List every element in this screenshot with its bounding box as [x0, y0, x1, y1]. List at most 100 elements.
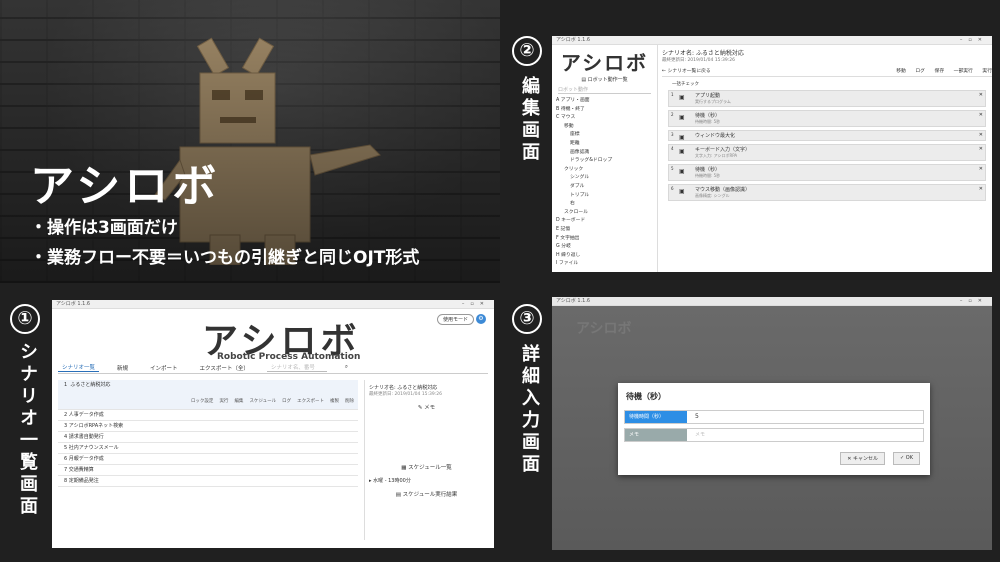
scenario-row[interactable]: 7 交通費精算	[58, 465, 358, 476]
back-label: シナリオ一覧に戻る	[667, 69, 711, 74]
action-tree-item[interactable]: 画像認識	[552, 149, 657, 158]
scenario-detail-panel: シナリオ名: ふるさと納税対応 最終更新日: 2019/01/04 15:39:…	[364, 380, 488, 540]
step-card[interactable]: 2 ▣ 待機（秒） 待機時間: 5秒 ✕	[668, 110, 986, 127]
action-tree-item[interactable]: B 待機・終了	[552, 106, 657, 115]
memo-button[interactable]: ✎ メモ	[369, 403, 484, 411]
scenario-row[interactable]: 8 定期備品発注	[58, 476, 358, 487]
edit-button[interactable]: 編集	[234, 396, 243, 407]
action-tree-item[interactable]: A アプリ・画面	[552, 97, 657, 106]
scenario-row-selected[interactable]: 1 ふるさと納税対応 ロック設定 実行 編集 スケジュール ログ エクスポート …	[58, 380, 358, 410]
section-number-3: ③	[512, 304, 542, 334]
bulk-check[interactable]: 一括チェック	[672, 81, 992, 87]
step-card[interactable]: 5 ▣ 待機（秒） 待機時間: 5秒 ✕	[668, 164, 986, 181]
run-button[interactable]: 実行	[219, 396, 228, 407]
log-button[interactable]: ログ	[915, 69, 925, 74]
action-tree-item[interactable]: 距離	[552, 140, 657, 149]
action-tree-item[interactable]: I ファイル	[552, 260, 657, 269]
tab-export-all[interactable]: エクスポート（全）	[196, 364, 253, 372]
action-tree-item[interactable]: シングル	[552, 174, 657, 183]
lock-button[interactable]: ロック設定	[191, 396, 214, 407]
action-search-input[interactable]: ロボット動作	[558, 86, 651, 94]
delete-step-icon[interactable]: ✕	[979, 132, 983, 138]
delete-step-icon[interactable]: ✕	[979, 146, 983, 152]
action-tree-item[interactable]: C マウス	[552, 114, 657, 123]
action-tree-item[interactable]: ドラッグ&ドロップ	[552, 157, 657, 166]
duplicate-button[interactable]: 複製	[330, 396, 339, 407]
search-icon[interactable]: ⌕	[341, 364, 352, 371]
step-card[interactable]: 3 ▣ ウィンドウ最大化 ✕	[668, 130, 986, 141]
window-titlebar: アシロボ 1.1.6 –▫✕	[52, 300, 494, 309]
action-tree-item[interactable]: D キーボード	[552, 217, 657, 226]
action-tree-item[interactable]: 移動	[552, 123, 657, 132]
delete-step-icon[interactable]: ✕	[979, 112, 983, 118]
edit-screen: アシロボ 1.1.6 –▫✕ アシロボ ▤ ロボット動作一覧 ロボット動作 A …	[552, 36, 992, 272]
action-tree-item[interactable]: 座標	[552, 131, 657, 140]
action-tree-item[interactable]: クリック	[552, 166, 657, 175]
schedule-item[interactable]: ▸ 水曜 - 13時00分	[369, 477, 484, 484]
log-button[interactable]: ログ	[282, 396, 291, 407]
run-button[interactable]: 実行	[982, 69, 992, 74]
scenario-row[interactable]: 2 人事データ作成	[58, 410, 358, 421]
scenario-list-screen: アシロボ 1.1.6 –▫✕ アシロボ Robotic Process Auto…	[52, 300, 494, 548]
tab-import[interactable]: インポート	[146, 364, 182, 372]
save-button[interactable]: 保存	[935, 69, 945, 74]
action-tree-item[interactable]: F 文字抽出	[552, 235, 657, 244]
hero-shade	[0, 0, 500, 283]
detail-title: シナリオ名: ふるさと納税対応	[369, 385, 438, 391]
delete-step-icon[interactable]: ✕	[979, 92, 983, 98]
row-title: 人事データ作成	[68, 412, 104, 418]
step-subtitle: 待機時間: 5秒	[695, 119, 721, 124]
action-tree-item[interactable]: スクロール	[552, 209, 657, 218]
tab-bar: シナリオ一覧 新規 インポート エクスポート（全） シナリオ名、番号 ⌕	[58, 362, 488, 374]
window-controls[interactable]: –▫✕	[960, 297, 988, 306]
tab-scenario-list[interactable]: シナリオ一覧	[58, 363, 100, 372]
window-titlebar: アシロボ 1.1.6 –▫✕	[552, 297, 992, 306]
scenario-row[interactable]: 3 アシロボRPAネット検索	[58, 421, 358, 432]
window-title: アシロボ 1.1.6	[56, 301, 91, 307]
action-tree-item[interactable]: H 繰り返し	[552, 252, 657, 261]
window-controls[interactable]: –▫✕	[960, 36, 988, 45]
tab-new[interactable]: 新規	[113, 364, 132, 372]
step-icon: ▣	[679, 148, 685, 155]
memo-field[interactable]: メモ メモ	[624, 428, 924, 442]
wait-time-field[interactable]: 待機時間（秒） 5	[624, 410, 924, 424]
gear-icon[interactable]: ⚙	[476, 314, 486, 324]
action-tree-item[interactable]: G 分岐	[552, 243, 657, 252]
move-button[interactable]: 移動	[896, 69, 906, 74]
delete-step-icon[interactable]: ✕	[979, 166, 983, 172]
toolbar-actions: 移動 ログ 保存 一部実行 実行	[888, 67, 992, 76]
schedule-result-button[interactable]: ▤ スケジュール実行結果	[369, 490, 484, 498]
action-tree-item[interactable]: 右	[552, 200, 657, 209]
app-logo: アシロボ	[560, 51, 649, 75]
hero-bullet-2: ・業務フロー不要＝いつもの引継ぎと同じOJT形式	[30, 248, 420, 268]
export-button[interactable]: エクスポート	[297, 396, 324, 407]
partial-run-button[interactable]: 一部実行	[954, 69, 973, 74]
scenario-row[interactable]: 6 月報データ作成	[58, 454, 358, 465]
step-card[interactable]: 1 ▣ アプリ起動 実行するプログラム ✕	[668, 90, 986, 107]
action-tree-item[interactable]: ダブル	[552, 183, 657, 192]
window-controls[interactable]: –▫✕	[462, 300, 490, 309]
action-tree-item[interactable]: E 記憶	[552, 226, 657, 235]
step-icon: ▣	[679, 94, 685, 101]
section-number-1: ①	[10, 304, 40, 334]
step-icon: ▣	[679, 134, 685, 141]
edit-main: シナリオ名: ふるさと納税対応 最終更新日: 2019/01/04 15:39:…	[662, 45, 992, 272]
search-input[interactable]: シナリオ名、番号	[266, 363, 327, 372]
schedule-button[interactable]: スケジュール	[249, 396, 276, 407]
action-tree-item[interactable]: トリプル	[552, 192, 657, 201]
row-title: アシロボRPAネット検索	[68, 423, 124, 429]
delete-button[interactable]: 削除	[345, 396, 354, 407]
memo-area[interactable]	[369, 417, 484, 457]
step-card[interactable]: 4 ▣ キーボード入力（文字） 文字入力: アシロボRPA ✕	[668, 144, 986, 161]
mode-button[interactable]: 使用モード	[436, 314, 474, 325]
scenario-updated: 最終更新日: 2019/01/04 15:39:26	[662, 58, 736, 63]
scenario-row[interactable]: 4 請求書自動発行	[58, 432, 358, 443]
cancel-button[interactable]: ✕ キャンセル	[840, 452, 885, 465]
schedule-list-label: スケジュール一覧	[408, 465, 452, 471]
hero-bullet-1: ・操作は3画面だけ	[30, 218, 178, 238]
step-card[interactable]: 6 ▣ マウス移動（画像認識） 画像精度: シングル ✕	[668, 184, 986, 201]
ok-button[interactable]: ✓ OK	[893, 452, 920, 465]
back-button[interactable]: ← シナリオ一覧に戻る	[662, 67, 711, 76]
delete-step-icon[interactable]: ✕	[979, 186, 983, 192]
scenario-row[interactable]: 5 社内アナウンスメール	[58, 443, 358, 454]
